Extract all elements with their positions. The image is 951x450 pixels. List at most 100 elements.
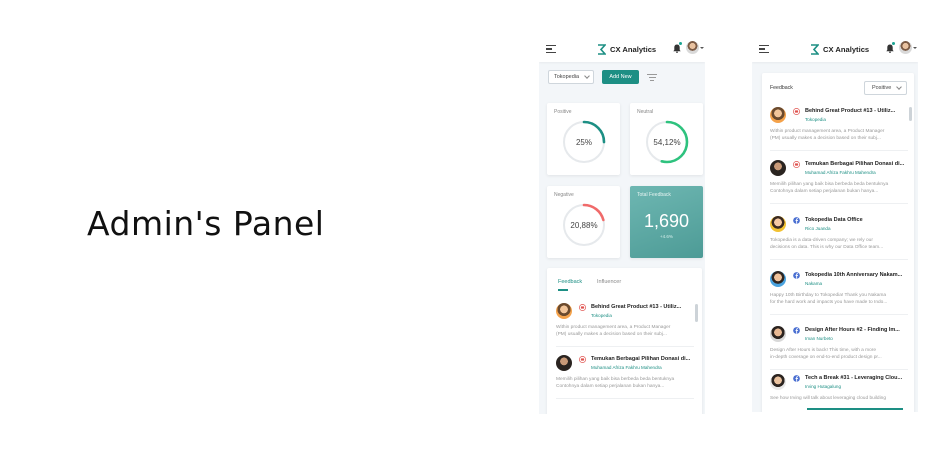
store-select-value: Tokopedia bbox=[554, 74, 580, 80]
youtube-icon bbox=[793, 108, 800, 115]
item-title: Temukan Berbagai Pilihan Donasi di... bbox=[805, 161, 905, 167]
feedback-list-card: Feedback Positive Behind Great Product #… bbox=[762, 73, 914, 412]
list-item[interactable]: Tokopedia 10th Anniversary Nakam... Naka… bbox=[762, 268, 912, 320]
stat-value: 20,88% bbox=[570, 221, 598, 230]
item-author[interactable]: Nakama bbox=[805, 281, 822, 286]
avatar bbox=[770, 326, 786, 342]
divider bbox=[770, 314, 908, 315]
item-title: Behind Great Product #13 - Utiliz... bbox=[805, 108, 896, 114]
avatar bbox=[770, 271, 786, 287]
youtube-icon bbox=[579, 304, 586, 311]
item-body: See how Irving will talk about leveragin… bbox=[770, 396, 886, 401]
item-body: (PM) usually makes a decision based on t… bbox=[770, 136, 881, 141]
brand: CX Analytics bbox=[597, 43, 656, 55]
avatar bbox=[556, 303, 572, 319]
item-body: Contohnya dalam setiap perjalanan bukan … bbox=[556, 384, 665, 389]
positive-donut: 25% bbox=[561, 119, 607, 165]
brand: CX Analytics bbox=[810, 43, 869, 55]
item-title: Tech a Break #31 - Leveraging Clou... bbox=[805, 375, 903, 381]
item-body: Within product management area, a Produc… bbox=[556, 325, 671, 330]
avatar bbox=[770, 374, 786, 390]
hamburger-menu-icon[interactable] bbox=[759, 45, 769, 54]
store-select[interactable]: Tokopedia bbox=[548, 70, 594, 84]
youtube-icon bbox=[793, 161, 800, 168]
negative-donut: 20,88% bbox=[561, 202, 607, 248]
brand-name: CX Analytics bbox=[823, 44, 870, 54]
brand-logo-icon bbox=[811, 43, 819, 55]
item-author[interactable]: Iman Nurbeto bbox=[805, 336, 833, 341]
feedback-panel: Feedback Influencer Behind Great Product… bbox=[547, 268, 702, 414]
chevron-down-icon[interactable] bbox=[913, 47, 917, 49]
youtube-icon bbox=[579, 356, 586, 363]
add-new-button[interactable]: Add New bbox=[602, 70, 639, 84]
negative-card[interactable]: Negative 20,88% bbox=[547, 186, 620, 258]
list-item[interactable]: Temukan Berbagai Pilihan Donasi di... Mu… bbox=[547, 352, 697, 404]
hamburger-menu-icon[interactable] bbox=[546, 45, 556, 54]
item-body: Happy 10th Birthday to Tokopedia! Thank … bbox=[770, 293, 887, 298]
item-title: Temukan Berbagai Pilihan Donasi di... bbox=[591, 356, 691, 362]
list-item[interactable]: Tokopedia Data Office Rico Juanda Tokope… bbox=[762, 213, 912, 265]
chevron-down-icon[interactable] bbox=[700, 47, 704, 49]
stat-title: Neutral bbox=[637, 109, 654, 115]
avatar bbox=[770, 107, 786, 123]
item-author[interactable]: Rico Juanda bbox=[805, 226, 831, 231]
avatar bbox=[556, 355, 572, 371]
list-item[interactable]: Behind Great Product #13 - Utiliz... Tok… bbox=[547, 300, 697, 352]
dashboard-screen: CX Analytics Tokopedia Add New Positive … bbox=[539, 36, 705, 414]
divider bbox=[556, 398, 694, 399]
list-item[interactable]: Behind Great Product #13 - Utiliz... Tok… bbox=[762, 104, 912, 156]
divider bbox=[770, 203, 908, 204]
user-avatar[interactable] bbox=[899, 41, 912, 54]
item-body: (PM) usually makes a decision based on t… bbox=[556, 332, 667, 337]
item-body: Within product management area, a Produc… bbox=[770, 129, 885, 134]
item-body: for the hard work and impacts you have m… bbox=[770, 300, 888, 305]
filter-icon[interactable] bbox=[647, 74, 657, 81]
item-title: Design After Hours #2 - Finding Im... bbox=[805, 327, 900, 333]
facebook-icon bbox=[793, 327, 800, 334]
stat-title: Negative bbox=[554, 192, 574, 198]
bell-icon[interactable] bbox=[886, 44, 894, 53]
headline: Admin's Panel bbox=[87, 204, 325, 243]
total-change: +4.6% bbox=[660, 234, 673, 239]
item-author[interactable]: Tokopedia bbox=[805, 117, 826, 122]
positive-card[interactable]: Positive 25% bbox=[547, 103, 620, 175]
list-item[interactable]: Temukan Berbagai Pilihan Donasi di... Mu… bbox=[762, 157, 912, 209]
stat-value: 54,12% bbox=[653, 138, 681, 147]
neutral-donut: 54,12% bbox=[644, 119, 690, 165]
list-item[interactable]: Design After Hours #2 - Finding Im... Im… bbox=[762, 323, 912, 375]
item-body: Design After Hours is back! This time, w… bbox=[770, 348, 877, 353]
item-author[interactable]: Muhamad Afriza Fakhru Mahendra bbox=[805, 170, 876, 175]
item-author[interactable]: Tokopedia bbox=[591, 313, 612, 318]
item-title: Tokopedia 10th Anniversary Nakam... bbox=[805, 272, 903, 278]
facebook-icon bbox=[793, 217, 800, 224]
top-bar: CX Analytics bbox=[752, 36, 918, 62]
tab-influencer[interactable]: Influencer bbox=[597, 279, 621, 285]
item-author[interactable]: Irving Hutagalung bbox=[805, 384, 841, 389]
item-author[interactable]: Muhamad Afriza Fakhru Mahendra bbox=[591, 365, 662, 370]
neutral-card[interactable]: Neutral 54,12% bbox=[630, 103, 703, 175]
scrollbar[interactable] bbox=[695, 304, 698, 322]
total-title: Total Feedback bbox=[637, 192, 671, 198]
avatar bbox=[770, 216, 786, 232]
scrollbar[interactable] bbox=[909, 107, 912, 121]
total-feedback-card[interactable]: Total Feedback 1,690 +4.6% bbox=[630, 186, 703, 258]
user-avatar[interactable] bbox=[686, 41, 699, 54]
list-item[interactable]: Tech a Break #31 - Leveraging Clou... Ir… bbox=[762, 371, 912, 412]
item-body: in-depth coverage on end-to-end product … bbox=[770, 355, 882, 360]
chevron-down-icon bbox=[584, 73, 590, 79]
item-body: Memilih pilihan yang baik bisa berbeda b… bbox=[770, 182, 889, 187]
stat-title: Positive bbox=[554, 109, 572, 115]
divider bbox=[770, 150, 908, 151]
sentiment-select[interactable]: Positive bbox=[864, 81, 907, 95]
notification-dot bbox=[892, 42, 895, 45]
bell-icon[interactable] bbox=[673, 44, 681, 53]
divider bbox=[556, 346, 694, 347]
tab-feedback[interactable]: Feedback bbox=[558, 279, 582, 285]
scroll-indicator bbox=[807, 408, 903, 410]
item-title: Behind Great Product #13 - Utiliz... bbox=[591, 304, 682, 310]
facebook-icon bbox=[793, 272, 800, 279]
top-bar: CX Analytics bbox=[539, 36, 705, 62]
feedback-screen: CX Analytics Feedback Positive Behind Gr… bbox=[752, 36, 918, 412]
chevron-down-icon bbox=[896, 84, 902, 90]
item-title: Tokopedia Data Office bbox=[805, 217, 863, 223]
